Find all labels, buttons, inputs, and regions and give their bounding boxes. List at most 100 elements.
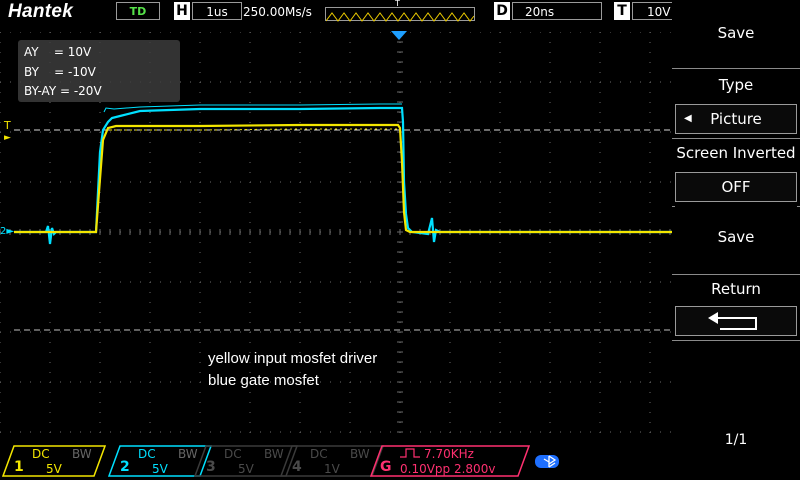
grid-dot <box>349 302 351 303</box>
grid-dot <box>410 331 411 333</box>
grid-dot <box>599 122 601 123</box>
return-button[interactable] <box>675 306 797 336</box>
grid-dot <box>99 352 101 353</box>
grid-dot <box>199 362 201 363</box>
grid-dot <box>450 181 451 183</box>
sample-rate: 250.00Ms/s <box>243 5 312 19</box>
grid-dot <box>240 331 241 333</box>
grid-dot <box>590 281 591 283</box>
grid-dot <box>260 32 261 33</box>
grid-dot <box>549 402 551 403</box>
grid-dot <box>420 331 421 333</box>
save-button[interactable]: Save <box>675 206 797 272</box>
grid-dot <box>499 292 501 293</box>
grid-dot <box>150 331 151 333</box>
grid-dot <box>150 181 151 183</box>
grid-dot <box>249 262 251 263</box>
grid-dot <box>500 81 501 83</box>
grid-dot <box>560 181 561 183</box>
grid-dot <box>160 381 161 383</box>
grid-dot <box>540 181 541 183</box>
grid-dot <box>100 281 101 283</box>
mode-indicator[interactable]: TD <box>116 2 160 20</box>
grid-dot <box>580 81 581 83</box>
grid-dot <box>149 152 151 153</box>
grid-dot <box>80 331 81 333</box>
grid-dot <box>270 331 271 333</box>
grid-dot <box>140 181 141 183</box>
grid-dot <box>299 422 301 423</box>
grid-dot <box>390 181 391 183</box>
grid-dot <box>560 281 561 283</box>
trigger-position-marker[interactable] <box>391 31 407 40</box>
grid-dot <box>649 172 651 173</box>
grid-dot <box>499 102 501 103</box>
grid-dot <box>180 131 181 133</box>
grid-dot <box>249 422 251 423</box>
grid-dot <box>249 102 251 103</box>
ch4-bw: BW <box>350 447 370 461</box>
grid-dot <box>49 302 51 303</box>
delay-label: D <box>494 2 510 20</box>
grid-dot <box>649 312 651 313</box>
grid-dot <box>540 281 541 283</box>
grid-dot <box>599 242 601 243</box>
trigger-level-value[interactable]: 10V <box>632 2 672 20</box>
grid-dot <box>300 431 301 433</box>
grid-dot <box>600 81 601 83</box>
grid-dot <box>199 342 201 343</box>
grid-dot <box>449 242 451 243</box>
return-arrow-icon <box>708 311 757 330</box>
grid-dot <box>349 252 351 253</box>
signal-generator-status[interactable]: G 7.70KHz 0.10Vpp 2.800v <box>370 445 530 477</box>
grid-dot <box>230 431 231 433</box>
grid-dot <box>200 381 201 383</box>
grid-dot <box>110 131 111 133</box>
grid-dot <box>0 252 1 253</box>
screen-inverted-toggle[interactable]: OFF <box>675 172 797 202</box>
grid-dot <box>160 281 161 283</box>
grid-dot <box>630 32 631 33</box>
grid-dot <box>530 331 531 333</box>
grid-dot <box>149 352 151 353</box>
grid-dot <box>549 222 551 223</box>
grid-dot <box>520 381 521 383</box>
grid-dot <box>0 62 1 63</box>
grid-dot <box>190 181 191 183</box>
grid-dot <box>30 331 31 333</box>
grid-dot <box>270 281 271 283</box>
grid-dot <box>390 131 391 133</box>
grid-dot <box>249 272 251 273</box>
grid-dot <box>620 81 621 83</box>
trigger-level-marker[interactable]: T ► <box>4 120 11 144</box>
ch2-ground-marker[interactable]: 2► <box>0 226 14 237</box>
grid-dot <box>449 162 451 163</box>
grid-dot <box>549 162 551 163</box>
timebase-value[interactable]: 1us <box>192 2 242 20</box>
ch3-number: 3 <box>206 459 216 475</box>
grid-dot <box>449 52 451 53</box>
grid-dot <box>490 281 491 283</box>
grid-dot <box>20 431 21 433</box>
delay-value[interactable]: 20ns <box>512 2 602 20</box>
grid-dot <box>599 392 601 393</box>
grid-dot <box>449 62 451 63</box>
grid-dot <box>249 292 251 293</box>
generator-letter: G <box>380 459 392 475</box>
grid-dot <box>640 281 641 283</box>
trigger-wave-icon <box>325 7 475 22</box>
grid-dot <box>349 72 351 73</box>
grid-dot <box>249 192 251 193</box>
grid-dot <box>330 131 331 133</box>
grid-dot <box>349 112 351 113</box>
type-selector[interactable]: ◀ Picture <box>675 104 797 134</box>
grid-dot <box>500 381 501 383</box>
grid-dot <box>49 172 51 173</box>
grid-dot <box>610 331 611 333</box>
grid-dot <box>170 181 171 183</box>
grid-dot <box>449 352 451 353</box>
grid-dot <box>640 331 641 333</box>
grid-dot <box>230 281 231 283</box>
grid-dot <box>549 202 551 203</box>
grid-dot <box>650 81 651 83</box>
